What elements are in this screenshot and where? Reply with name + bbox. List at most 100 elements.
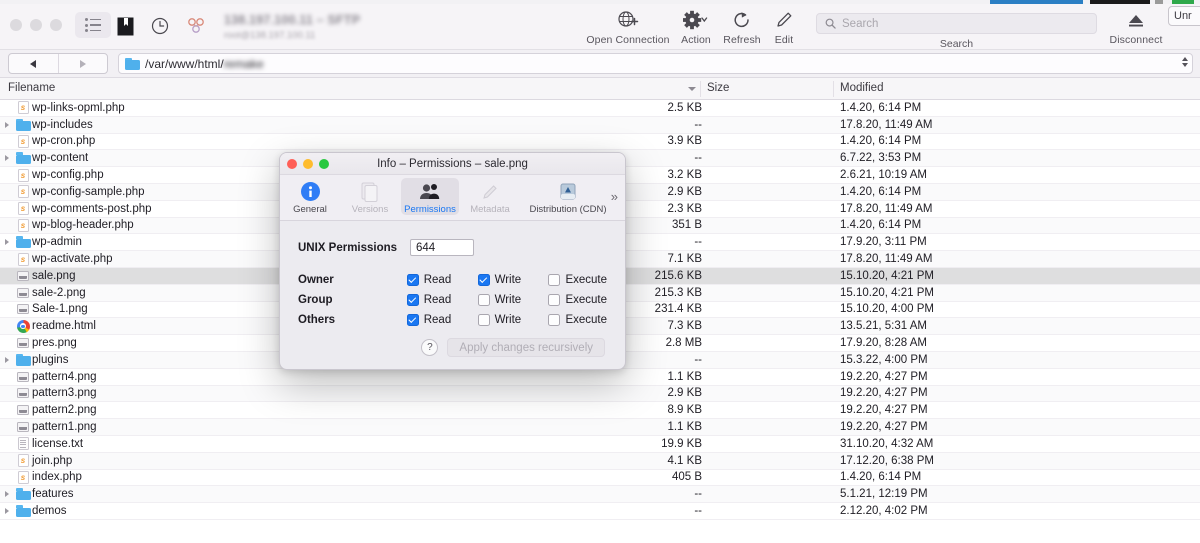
checkbox-box[interactable] (478, 294, 490, 306)
image-file-icon (17, 422, 29, 432)
navigation-buttons (8, 53, 108, 74)
table-row[interactable]: sjoin.php4.1 KB17.12.20, 6:38 PM (0, 453, 1200, 470)
tab-metadata[interactable]: Metadata (461, 178, 519, 215)
image-file-icon (17, 338, 29, 348)
history-button[interactable] (150, 16, 170, 36)
window-traffic-lights[interactable] (10, 19, 62, 31)
disclosure-triangle[interactable] (0, 155, 14, 161)
checkbox-write-owner[interactable]: Write (478, 274, 549, 286)
disclosure-triangle[interactable] (0, 122, 14, 128)
back-button[interactable] (9, 54, 59, 73)
image-file-icon (17, 372, 29, 382)
browser-view-button[interactable] (75, 12, 111, 38)
file-name: sale.png (32, 270, 75, 282)
checkbox-read-owner[interactable]: Read (407, 274, 478, 286)
maximize-button[interactable] (50, 19, 62, 31)
text-file-icon (18, 437, 29, 450)
checkbox-read-group[interactable]: Read (407, 294, 478, 306)
minimize-button[interactable] (30, 19, 42, 31)
dialog-titlebar: Info – Permissions – sale.png (280, 153, 625, 175)
arrow-right-icon (80, 60, 86, 68)
checkbox-box[interactable] (478, 314, 490, 326)
file-size: -- (620, 488, 702, 500)
tab-versions-label: Versions (341, 204, 399, 215)
tab-versions[interactable]: Versions (341, 178, 399, 215)
sort-descending-icon[interactable] (688, 87, 696, 91)
bookmarks-button[interactable] (115, 16, 135, 36)
permission-row-group: GroupReadWriteExecute (298, 292, 607, 308)
versions-icon (341, 180, 399, 202)
current-path: /var/www/html/remake (145, 57, 264, 71)
checkbox-box[interactable] (548, 294, 560, 306)
tab-permissions[interactable]: Permissions (401, 178, 459, 215)
disclosure-triangle[interactable] (0, 491, 14, 497)
checkbox-write-others[interactable]: Write (478, 314, 549, 326)
checkbox-execute-group[interactable]: Execute (548, 294, 607, 306)
checkbox-box[interactable] (548, 274, 560, 286)
help-button[interactable]: ? (421, 339, 438, 356)
checkbox-box[interactable] (548, 314, 560, 326)
column-header-size[interactable]: Size (707, 82, 729, 94)
dialog-maximize-button[interactable] (319, 159, 329, 169)
apply-recursively-button[interactable]: Apply changes recursively (447, 338, 605, 357)
column-header-modified[interactable]: Modified (840, 82, 883, 94)
tab-general[interactable]: General (281, 178, 339, 215)
file-name: wp-includes (32, 119, 93, 131)
file-size: 1.1 KB (620, 371, 702, 383)
checkbox-execute-others[interactable]: Execute (548, 314, 607, 326)
image-file-icon (17, 271, 29, 281)
table-row[interactable]: swp-cron.php3.9 KB1.4.20, 6:14 PM (0, 134, 1200, 151)
table-row[interactable]: license.txt19.9 KB31.10.20, 4:32 AM (0, 436, 1200, 453)
disclosure-triangle[interactable] (0, 239, 14, 245)
forward-button[interactable] (59, 54, 108, 73)
table-row[interactable]: pattern4.png1.1 KB19.2.20, 4:27 PM (0, 369, 1200, 386)
file-modified: 2.12.20, 4:02 PM (840, 505, 928, 517)
search-placeholder: Search (842, 18, 878, 30)
close-button[interactable] (10, 19, 22, 31)
checkbox-label: Write (495, 314, 522, 326)
table-row[interactable]: pattern3.png2.9 KB19.2.20, 4:27 PM (0, 386, 1200, 403)
file-name: readme.html (32, 320, 96, 332)
search-input[interactable]: Search (816, 13, 1097, 34)
column-header-filename[interactable]: Filename (8, 82, 55, 94)
table-row[interactable]: features--5.1.21, 12:19 PM (0, 486, 1200, 503)
path-field[interactable]: /var/www/html/remake (118, 53, 1193, 74)
table-row[interactable]: demos--2.12.20, 4:02 PM (0, 503, 1200, 520)
checkbox-write-group[interactable]: Write (478, 294, 549, 306)
disclosure-triangle[interactable] (0, 508, 14, 514)
unix-permissions-input[interactable]: 644 (410, 239, 474, 256)
table-row[interactable]: swp-links-opml.php2.5 KB1.4.20, 6:14 PM (0, 100, 1200, 117)
folder-icon (16, 505, 31, 517)
transfers-button[interactable] (185, 16, 207, 36)
dialog-minimize-button[interactable] (303, 159, 313, 169)
checkbox-execute-owner[interactable]: Execute (548, 274, 607, 286)
file-name: wp-content (32, 152, 88, 164)
file-modified: 19.2.20, 4:27 PM (840, 404, 928, 416)
dialog-traffic-lights[interactable] (287, 159, 329, 169)
checkbox-read-others[interactable]: Read (407, 314, 478, 326)
table-row[interactable]: wp-includes--17.8.20, 11:49 AM (0, 117, 1200, 134)
unregistered-button[interactable]: Unr (1168, 6, 1200, 26)
file-modified: 1.4.20, 6:14 PM (840, 135, 921, 147)
double-chevron-right-icon[interactable]: » (611, 189, 618, 204)
file-size: -- (620, 119, 702, 131)
search-area: Search Search (816, 13, 1097, 50)
table-row[interactable]: pattern2.png8.9 KB19.2.20, 4:27 PM (0, 402, 1200, 419)
checkbox-box[interactable] (478, 274, 490, 286)
path-stepper[interactable] (1182, 57, 1188, 67)
edit-button[interactable]: Edit (752, 9, 816, 46)
checkbox-box[interactable] (407, 314, 419, 326)
permission-scope-label: Group (298, 294, 407, 306)
file-modified: 2.6.21, 10:19 AM (840, 169, 927, 181)
file-modified: 13.5.21, 5:31 AM (840, 320, 927, 332)
file-modified: 15.10.20, 4:21 PM (840, 287, 934, 299)
dialog-close-button[interactable] (287, 159, 297, 169)
table-row[interactable]: pattern1.png1.1 KB19.2.20, 4:27 PM (0, 419, 1200, 436)
disclosure-triangle[interactable] (0, 357, 14, 363)
checkbox-box[interactable] (407, 294, 419, 306)
checkbox-box[interactable] (407, 274, 419, 286)
file-name: demos (32, 505, 67, 517)
image-file-icon (17, 304, 29, 314)
table-row[interactable]: sindex.php405 B1.4.20, 6:14 PM (0, 470, 1200, 487)
tab-distribution-cdn[interactable]: Distribution (CDN) (521, 178, 615, 215)
